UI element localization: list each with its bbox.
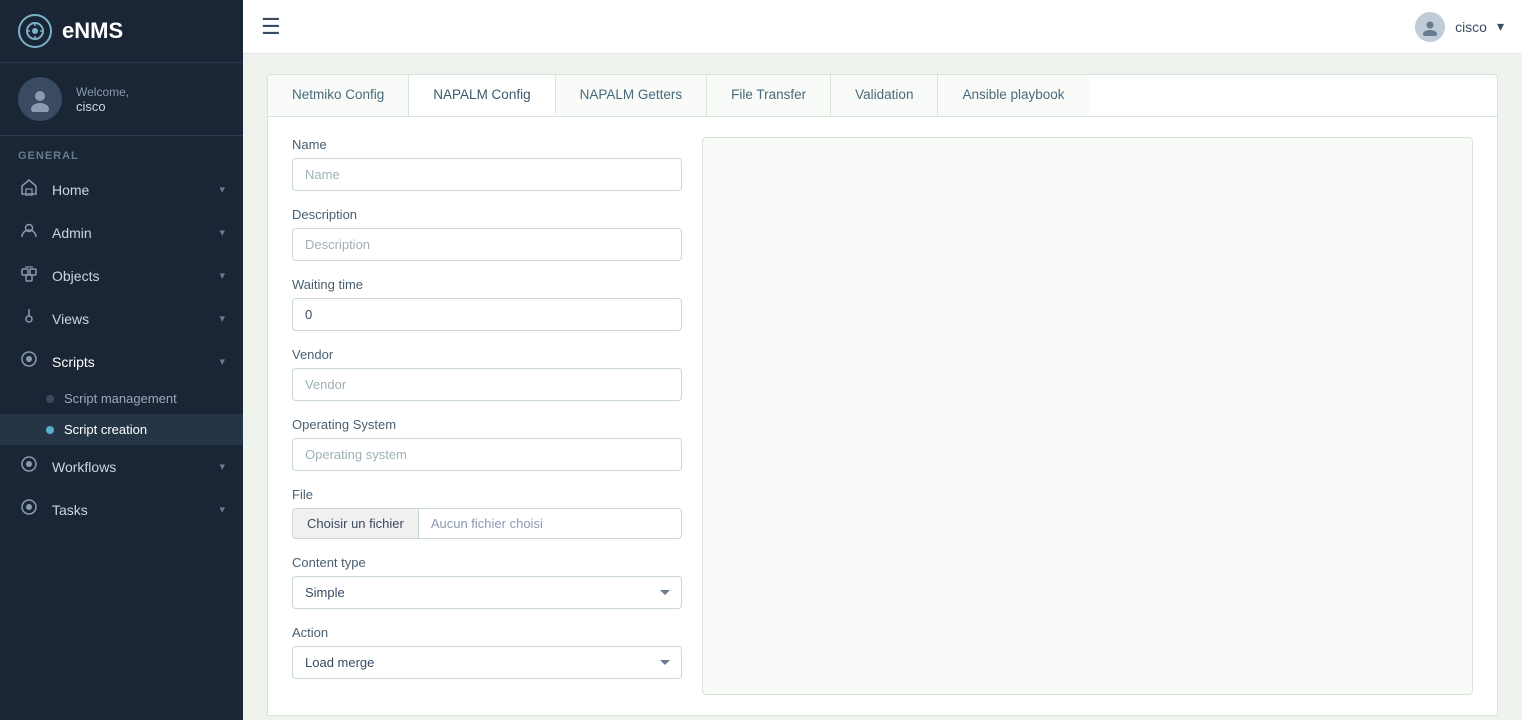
waiting-time-input[interactable] bbox=[292, 298, 682, 331]
admin-icon bbox=[18, 221, 40, 244]
description-label: Description bbox=[292, 207, 682, 222]
sidebar-item-workflows[interactable]: Workflows ▾ bbox=[0, 445, 243, 488]
topbar-username: cisco bbox=[1455, 19, 1487, 35]
form-left: Name Description Waiting time Vendor bbox=[292, 137, 682, 695]
content-type-group: Content type Simple Advanced bbox=[292, 555, 682, 609]
home-icon bbox=[18, 178, 40, 201]
username: cisco bbox=[76, 99, 129, 114]
vendor-input[interactable] bbox=[292, 368, 682, 401]
topbar-right: cisco ▾ bbox=[1415, 12, 1504, 42]
file-group: File Choisir un fichier Aucun fichier ch… bbox=[292, 487, 682, 539]
file-input-wrapper: Choisir un fichier Aucun fichier choisi bbox=[292, 508, 682, 539]
waiting-time-label: Waiting time bbox=[292, 277, 682, 292]
tab-file-transfer[interactable]: File Transfer bbox=[707, 75, 831, 116]
sidebar: eNMS Welcome, cisco GENERAL Home ▾ bbox=[0, 0, 243, 720]
action-group: Action Load merge Load replace Commit bbox=[292, 625, 682, 679]
app-title: eNMS bbox=[62, 18, 123, 44]
content-type-label: Content type bbox=[292, 555, 682, 570]
menu-toggle-button[interactable]: ☰ bbox=[261, 14, 281, 40]
topbar-chevron[interactable]: ▾ bbox=[1497, 18, 1504, 35]
tab-napalm-getters[interactable]: NAPALM Getters bbox=[556, 75, 708, 116]
workflows-chevron: ▾ bbox=[219, 460, 225, 473]
file-name-display: Aucun fichier choisi bbox=[419, 509, 681, 538]
name-input[interactable] bbox=[292, 158, 682, 191]
waiting-time-group: Waiting time bbox=[292, 277, 682, 331]
sidebar-item-home-label: Home bbox=[52, 182, 89, 198]
tasks-icon bbox=[18, 498, 40, 521]
app-logo[interactable]: eNMS bbox=[0, 0, 243, 62]
operating-system-group: Operating System bbox=[292, 417, 682, 471]
tab-napalm-config[interactable]: NAPALM Config bbox=[409, 75, 555, 116]
action-label: Action bbox=[292, 625, 682, 640]
user-section: Welcome, cisco bbox=[0, 62, 243, 136]
sidebar-item-views-label: Views bbox=[52, 311, 89, 327]
objects-icon bbox=[18, 264, 40, 287]
sidebar-item-objects[interactable]: Objects ▾ bbox=[0, 254, 243, 297]
views-chevron: ▾ bbox=[219, 312, 225, 325]
code-editor-panel[interactable] bbox=[702, 137, 1473, 695]
action-select[interactable]: Load merge Load replace Commit bbox=[292, 646, 682, 679]
tab-validation[interactable]: Validation bbox=[831, 75, 938, 116]
operating-system-input[interactable] bbox=[292, 438, 682, 471]
name-label: Name bbox=[292, 137, 682, 152]
sidebar-subitem-script-creation[interactable]: Script creation bbox=[0, 414, 243, 445]
file-choose-button[interactable]: Choisir un fichier bbox=[293, 509, 419, 538]
form-panel: Name Description Waiting time Vendor bbox=[267, 117, 1498, 716]
description-input[interactable] bbox=[292, 228, 682, 261]
sidebar-item-scripts[interactable]: Scripts ▾ bbox=[0, 340, 243, 383]
sidebar-subitem-script-management[interactable]: Script management bbox=[0, 383, 243, 414]
vendor-group: Vendor bbox=[292, 347, 682, 401]
welcome-text: Welcome, bbox=[76, 85, 129, 99]
scripts-chevron: ▾ bbox=[219, 355, 225, 368]
sidebar-item-admin-label: Admin bbox=[52, 225, 92, 241]
sidebar-item-tasks-label: Tasks bbox=[52, 502, 88, 518]
topbar-avatar bbox=[1415, 12, 1445, 42]
description-group: Description bbox=[292, 207, 682, 261]
objects-chevron: ▾ bbox=[219, 269, 225, 282]
script-creation-dot bbox=[46, 426, 54, 434]
name-group: Name bbox=[292, 137, 682, 191]
avatar bbox=[18, 77, 62, 121]
sidebar-item-tasks[interactable]: Tasks ▾ bbox=[0, 488, 243, 531]
tab-ansible-playbook[interactable]: Ansible playbook bbox=[938, 75, 1088, 116]
topbar: ☰ cisco ▾ bbox=[243, 0, 1522, 54]
sidebar-item-scripts-label: Scripts bbox=[52, 354, 95, 370]
script-management-label: Script management bbox=[64, 391, 177, 406]
sidebar-item-home[interactable]: Home ▾ bbox=[0, 168, 243, 211]
sidebar-item-views[interactable]: Views ▾ bbox=[0, 297, 243, 340]
script-creation-label: Script creation bbox=[64, 422, 147, 437]
main-content: ☰ cisco ▾ Netmiko Config NAPALM Config N… bbox=[243, 0, 1522, 720]
tasks-chevron: ▾ bbox=[219, 503, 225, 516]
sidebar-item-admin[interactable]: Admin ▾ bbox=[0, 211, 243, 254]
content-area: Netmiko Config NAPALM Config NAPALM Gett… bbox=[243, 54, 1522, 720]
scripts-icon bbox=[18, 350, 40, 373]
content-type-select[interactable]: Simple Advanced bbox=[292, 576, 682, 609]
logo-icon bbox=[18, 14, 52, 48]
sidebar-item-objects-label: Objects bbox=[52, 268, 99, 284]
home-chevron: ▾ bbox=[219, 183, 225, 196]
script-management-dot bbox=[46, 395, 54, 403]
tab-netmiko-config[interactable]: Netmiko Config bbox=[268, 75, 409, 116]
operating-system-label: Operating System bbox=[292, 417, 682, 432]
file-label: File bbox=[292, 487, 682, 502]
general-section-label: GENERAL bbox=[0, 136, 243, 168]
sidebar-item-workflows-label: Workflows bbox=[52, 459, 116, 475]
vendor-label: Vendor bbox=[292, 347, 682, 362]
workflows-icon bbox=[18, 455, 40, 478]
views-icon bbox=[18, 307, 40, 330]
user-info: Welcome, cisco bbox=[76, 85, 129, 114]
admin-chevron: ▾ bbox=[219, 226, 225, 239]
tabs-bar: Netmiko Config NAPALM Config NAPALM Gett… bbox=[267, 74, 1498, 117]
